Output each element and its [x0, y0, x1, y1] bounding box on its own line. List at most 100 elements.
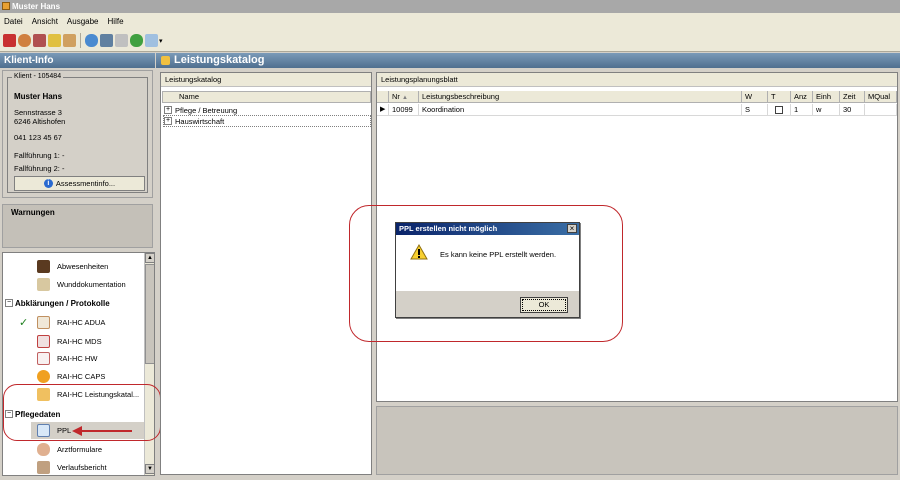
- nav-item-abwesenheiten[interactable]: Abwesenheiten: [3, 258, 143, 275]
- nav-label: Wunddokumentation: [57, 280, 126, 289]
- nav-item-verlaufsbericht[interactable]: Verlaufsbericht: [3, 459, 143, 475]
- folder-icon[interactable]: [48, 34, 61, 47]
- error-dialog: PPL erstellen nicht möglich × Es kann ke…: [395, 222, 580, 318]
- cell-anz: 1: [791, 104, 813, 116]
- col-anz[interactable]: Anz: [791, 91, 813, 103]
- nav-item-rai-hc-mds[interactable]: RAI-HC MDS: [3, 333, 143, 350]
- expand-icon[interactable]: +: [164, 117, 172, 125]
- cell-t: [768, 104, 791, 116]
- chevron-down-icon[interactable]: ▾: [159, 37, 163, 45]
- nav-label: Abwesenheiten: [57, 262, 109, 271]
- nav-label: RAI-HC CAPS: [57, 372, 106, 381]
- nav-item-rai-hc-caps[interactable]: RAI-HC CAPS: [3, 368, 143, 385]
- door-icon: [37, 260, 50, 273]
- menu-ausgabe[interactable]: Ausgabe: [67, 17, 99, 26]
- refresh-icon[interactable]: [85, 34, 98, 47]
- cell-beschreibung: Koordination: [419, 104, 742, 116]
- book-red-icon[interactable]: [3, 34, 16, 47]
- col-t[interactable]: T: [768, 91, 791, 103]
- cell-einh: w: [813, 104, 840, 116]
- checkmark-icon: ✓: [19, 317, 29, 329]
- toolbar: ▾: [0, 30, 900, 52]
- klient-group: Klient - 105484 Muster Hans Sennstrasse …: [7, 73, 148, 193]
- klient-number: Klient - 105484: [12, 73, 64, 80]
- warnungen-panel: Warnungen: [2, 204, 153, 248]
- exclamation-icon: [37, 370, 50, 383]
- toolbar-separator: [80, 33, 81, 48]
- app-icon: [2, 2, 10, 10]
- menu-datei[interactable]: Datei: [4, 17, 23, 26]
- doctor-icon: [37, 443, 50, 456]
- lock-icon[interactable]: [115, 34, 128, 47]
- nav-item-wunddokumentation[interactable]: Wunddokumentation: [3, 276, 143, 293]
- assessmentinfo-button[interactable]: i Assessmentinfo...: [14, 176, 145, 191]
- dialog-message: Es kann keine PPL erstellt werden.: [440, 250, 557, 259]
- main-header: Leistungskatalog: [156, 53, 900, 68]
- document-icon[interactable]: [63, 34, 76, 47]
- col-w[interactable]: W: [742, 91, 768, 103]
- save-icon[interactable]: [100, 34, 113, 47]
- stop-doc-icon: [37, 335, 50, 348]
- menu-bar: Datei Ansicht Ausgabe Hilfe: [0, 13, 900, 30]
- cell-w: S: [742, 104, 768, 116]
- assessmentinfo-label: Assessmentinfo...: [55, 179, 116, 188]
- main-header-title: Leistungskatalog: [174, 54, 265, 66]
- scroll-down-icon[interactable]: ▼: [145, 464, 154, 474]
- plan-title: Leistungsplanungsblatt: [377, 73, 897, 87]
- nav-scrollbar[interactable]: ▲ ▼: [144, 253, 154, 475]
- dialog-title: PPL erstellen nicht möglich: [396, 223, 579, 235]
- menu-hilfe[interactable]: Hilfe: [108, 17, 124, 26]
- plan-detail-area: [376, 406, 898, 475]
- nav-item-rai-hc-hw[interactable]: RAI-HC HW: [3, 350, 143, 367]
- sort-asc-icon: ▲: [402, 95, 408, 101]
- table-row[interactable]: ▶ 10099 Koordination S 1 w 30: [377, 104, 897, 116]
- col-label: Nr: [392, 92, 400, 101]
- klient-info-header: Klient-Info: [0, 53, 155, 68]
- report-icon: [37, 461, 50, 474]
- nav-item-arztformulare[interactable]: Arztformulare: [3, 441, 143, 458]
- t-checkbox[interactable]: [775, 106, 783, 115]
- nav-label: Verlaufsbericht: [57, 463, 107, 472]
- tree-row-hauswirtschaft[interactable]: + Hauswirtschaft: [163, 115, 371, 127]
- print-preview-icon[interactable]: [145, 34, 158, 47]
- col-einh[interactable]: Einh: [813, 91, 840, 103]
- col-zeit[interactable]: Zeit: [840, 91, 865, 103]
- klient-name: Muster Hans: [14, 92, 63, 101]
- leistungskatalog-panel: Leistungskatalog Name + Pflege / Betreuu…: [160, 72, 372, 475]
- klient-phone: 041 123 45 67: [14, 133, 62, 142]
- arrows-icon[interactable]: [130, 34, 143, 47]
- close-icon[interactable]: ×: [567, 224, 577, 233]
- tree-label: Hauswirtschaft: [175, 116, 225, 126]
- col-nr[interactable]: Nr ▲: [389, 91, 419, 103]
- cell-zeit: 30: [840, 104, 865, 116]
- pencil-doc-icon: [37, 316, 50, 329]
- collapse-icon[interactable]: −: [5, 299, 13, 307]
- grid-header: Nr ▲ Leistungsbeschreibung W T Anz Einh …: [377, 91, 897, 103]
- window-title: Muster Hans: [12, 2, 61, 11]
- nav-item-rai-hc-adua[interactable]: ✓ RAI-HC ADUA: [3, 314, 143, 331]
- form-icon[interactable]: [33, 34, 46, 47]
- warning-icon: [410, 244, 428, 260]
- nav-group-abklaerungen[interactable]: − Abklärungen / Protokolle: [3, 296, 143, 310]
- col-mqual[interactable]: MQual: [865, 91, 897, 103]
- fallfuehrung-1: Fallführung 1: -: [14, 151, 65, 160]
- katalog-column-name[interactable]: Name: [162, 91, 371, 103]
- dialog-title-text: PPL erstellen nicht möglich: [399, 224, 498, 233]
- tree-row-pflege[interactable]: + Pflege / Betreuung: [164, 105, 370, 115]
- catalog-icon: [161, 56, 170, 65]
- row-pointer-icon: ▶: [377, 104, 389, 116]
- warnungen-title: Warnungen: [11, 208, 55, 217]
- person-icon[interactable]: [18, 34, 31, 47]
- menu-ansicht[interactable]: Ansicht: [32, 17, 58, 26]
- ok-button[interactable]: OK: [520, 297, 568, 313]
- scroll-up-icon[interactable]: ▲: [145, 253, 154, 263]
- expand-icon[interactable]: +: [164, 106, 172, 114]
- window-title-bar: Muster Hans: [0, 0, 900, 13]
- col-leistungsbeschreibung[interactable]: Leistungsbeschreibung: [419, 91, 742, 103]
- scroll-thumb[interactable]: [145, 264, 154, 364]
- annotation-arrow-icon: [72, 426, 132, 436]
- cell-mqual: [865, 104, 897, 116]
- nav-label: RAI-HC ADUA: [57, 318, 106, 327]
- nav-label: Arztformulare: [57, 445, 103, 454]
- klient-info-panel: Klient - 105484 Muster Hans Sennstrasse …: [2, 70, 153, 198]
